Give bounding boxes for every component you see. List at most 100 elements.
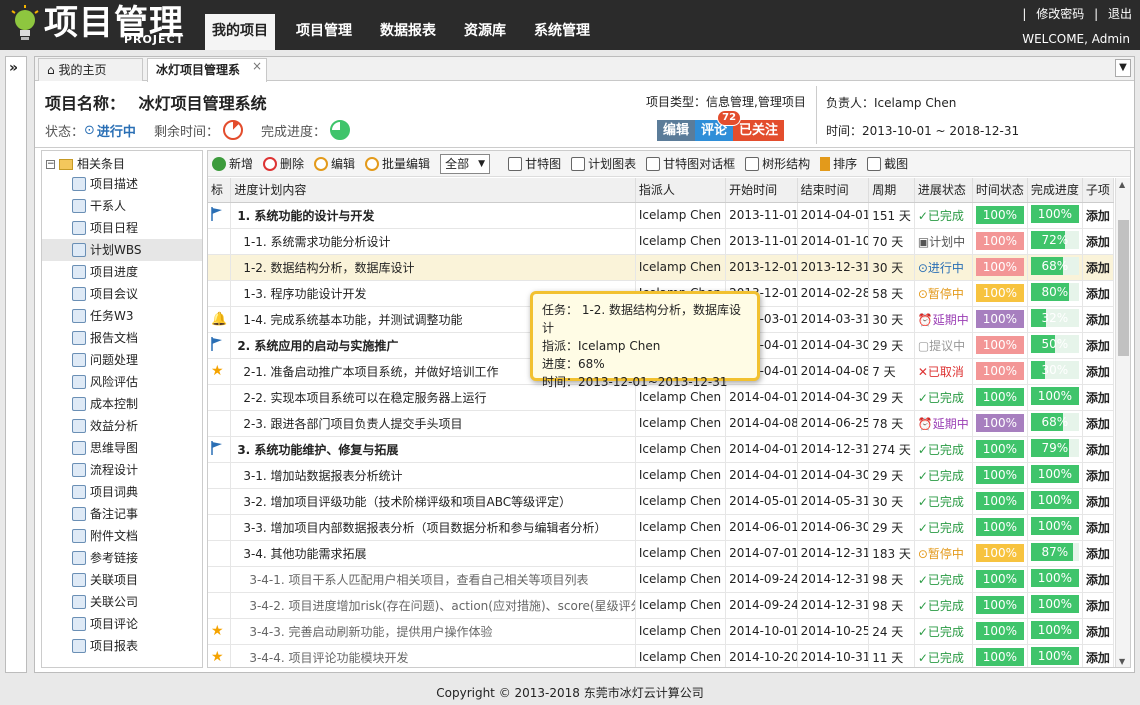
chevron-down-icon[interactable]: ▼ <box>1115 59 1131 77</box>
double-chevron-right-icon[interactable]: » <box>9 60 18 76</box>
table-row[interactable]: 1-2. 数据结构分析，数据库设计 Icelamp Chen 2013-12-01 2… <box>208 254 1115 281</box>
add-subitem-link[interactable]: 添加 <box>1082 436 1115 463</box>
add-subitem-link[interactable]: 添加 <box>1082 514 1115 541</box>
col-start[interactable]: 开始时间 <box>725 178 798 203</box>
follow-button[interactable]: 已关注 <box>733 120 785 141</box>
tree-item[interactable]: 附件文档 <box>42 525 202 547</box>
add-subitem-link[interactable]: 添加 <box>1082 410 1115 437</box>
add-subitem-link[interactable]: 添加 <box>1082 462 1115 489</box>
nav-my-projects[interactable]: 我的项目 <box>205 14 275 50</box>
tab-home[interactable]: ⌂ 我的主页 <box>38 58 143 81</box>
table-row[interactable]: 3-3. 增加项目内部数据报表分析（项目数据分析和参与编辑者分析） Icelamp… <box>208 514 1115 541</box>
tree-item[interactable]: 报告文档 <box>42 327 202 349</box>
add-subitem-link[interactable]: 添加 <box>1082 254 1115 281</box>
tree-item[interactable]: 计划WBS <box>42 239 202 261</box>
tree-item[interactable]: 思维导图 <box>42 437 202 459</box>
tree-item[interactable]: 项目评论 <box>42 613 202 635</box>
add-subitem-link[interactable]: 添加 <box>1082 228 1115 255</box>
table-row[interactable]: 3-1. 增加站数据报表分析统计 Icelamp Chen 2014-04-01 20… <box>208 462 1115 489</box>
add-subitem-link[interactable]: 添加 <box>1082 384 1115 411</box>
nav-project-management[interactable]: 项目管理 <box>289 14 359 50</box>
col-assignee[interactable]: 指派人 <box>635 178 727 203</box>
nav-system-management[interactable]: 系统管理 <box>527 14 597 50</box>
table-row[interactable]: 2-3. 跟进各部门项目负责人提交手头项目 Icelamp Chen 2014-04… <box>208 410 1115 437</box>
screenshot-button[interactable]: 截图 <box>867 155 908 172</box>
tree-item[interactable]: 项目会议 <box>42 283 202 305</box>
col-progress[interactable]: 完成进度 <box>1027 178 1083 203</box>
tree-item[interactable]: 效益分析 <box>42 415 202 437</box>
app-logo[interactable]: 项目管理 PROJECT <box>6 3 206 47</box>
add-subitem-link[interactable]: 添加 <box>1082 202 1115 229</box>
table-row[interactable]: 3-4-2. 项目进度增加risk(存在问题)、action(应对措施)、sco… <box>208 592 1115 619</box>
add-subitem-link[interactable]: 添加 <box>1082 566 1115 593</box>
tree-item[interactable]: 项目词典 <box>42 481 202 503</box>
tree-item[interactable]: 成本控制 <box>42 393 202 415</box>
mark-cell <box>208 228 232 255</box>
nav-resource-library[interactable]: 资源库 <box>457 14 513 50</box>
add-subitem-link[interactable]: 添加 <box>1082 306 1115 333</box>
tree-item[interactable]: 问题处理 <box>42 349 202 371</box>
collapse-icon[interactable]: − <box>46 159 55 169</box>
add-button[interactable]: 新增 <box>212 155 253 172</box>
col-content[interactable]: 进度计划内容 <box>230 178 636 203</box>
progress-cell: 100% <box>1027 644 1083 667</box>
add-subitem-link[interactable]: 添加 <box>1082 332 1115 359</box>
tree-item[interactable]: 关联公司 <box>42 591 202 613</box>
scroll-down-icon[interactable]: ▼ <box>1119 657 1125 666</box>
add-subitem-link[interactable]: 添加 <box>1082 540 1115 567</box>
col-sub[interactable]: 子项 <box>1082 178 1115 203</box>
nav-data-reports[interactable]: 数据报表 <box>373 14 443 50</box>
table-row[interactable]: 3. 系统功能维护、修复与拓展 Icelamp Chen 2014-04-01 201… <box>208 436 1115 463</box>
tree-root[interactable]: − 相关条目 <box>46 155 125 173</box>
col-mark[interactable]: 标 <box>208 178 232 203</box>
col-end[interactable]: 结束时间 <box>797 178 870 203</box>
tree-item[interactable]: 项目报表 <box>42 635 202 657</box>
table-row[interactable]: ★ 3-4-3. 完善启动刷新功能，提供用户操作体验 Icelamp Chen 201… <box>208 618 1115 645</box>
tree-item[interactable]: 流程设计 <box>42 459 202 481</box>
add-subitem-link[interactable]: 添加 <box>1082 488 1115 515</box>
tree-item[interactable]: 风险评估 <box>42 371 202 393</box>
edit-row-button[interactable]: 编辑 <box>314 155 355 172</box>
table-row[interactable]: 3-4. 其他功能需求拓展 Icelamp Chen 2014-07-01 2014-… <box>208 540 1115 567</box>
close-icon[interactable]: × <box>252 55 262 77</box>
col-status[interactable]: 进展状态 <box>914 178 973 203</box>
table-row[interactable]: 1. 系统功能的设计与开发 Icelamp Chen 2013-11-01 2014-… <box>208 202 1115 229</box>
tab-project[interactable]: 冰灯项目管理系 × <box>147 58 267 82</box>
scroll-up-icon[interactable]: ▲ <box>1119 180 1125 189</box>
tree-item[interactable]: 关联项目 <box>42 569 202 591</box>
add-subitem-link[interactable]: 添加 <box>1082 618 1115 645</box>
gantt-dialog-button[interactable]: 甘特图对话框 <box>646 155 735 172</box>
table-row[interactable]: ★ 3-4-4. 项目评论功能模块开发 Icelamp Chen 2014-10-20… <box>208 644 1115 667</box>
sidebar-toggle-strip[interactable]: » <box>5 56 27 673</box>
scroll-thumb[interactable] <box>1118 220 1129 356</box>
add-subitem-link[interactable]: 添加 <box>1082 280 1115 307</box>
add-subitem-link[interactable]: 添加 <box>1082 592 1115 619</box>
tree-item[interactable]: 项目进度 <box>42 261 202 283</box>
grid-scrollbar[interactable]: ▲ ▼ <box>1115 178 1130 667</box>
tree-item[interactable]: 项目描述 <box>42 173 202 195</box>
table-row[interactable]: 3-4-1. 项目干系人匹配用户相关项目，查看自己相关等项目列表 Icelamp … <box>208 566 1115 593</box>
tree-item[interactable]: 备注记事 <box>42 503 202 525</box>
add-subitem-link[interactable]: 添加 <box>1082 644 1115 667</box>
batch-edit-button[interactable]: 批量编辑 <box>365 155 430 172</box>
plan-chart-button[interactable]: 计划图表 <box>571 155 636 172</box>
table-row[interactable]: 1-1. 系统需求功能分析设计 Icelamp Chen 2013-11-01 201… <box>208 228 1115 255</box>
gantt-button[interactable]: 甘特图 <box>508 155 561 172</box>
tree-item[interactable]: 干系人 <box>42 195 202 217</box>
tree-item[interactable]: 参考链接 <box>42 547 202 569</box>
time-status-cell: 100% <box>972 566 1028 593</box>
col-period[interactable]: 周期 <box>868 178 915 203</box>
change-password-link[interactable]: 修改密码 <box>1036 7 1084 21</box>
comment-button[interactable]: 评论 72 <box>695 110 742 141</box>
table-row[interactable]: 3-2. 增加项目评级功能（技术阶梯评级和项目ABC等级评定） Icelamp C… <box>208 488 1115 515</box>
edit-button[interactable]: 编辑 <box>657 120 696 141</box>
col-time-status[interactable]: 时间状态 <box>972 178 1028 203</box>
filter-select[interactable]: 全部 <box>440 153 491 174</box>
delete-button[interactable]: 删除 <box>263 155 304 172</box>
add-subitem-link[interactable]: 添加 <box>1082 358 1115 385</box>
tree-structure-button[interactable]: 树形结构 <box>745 155 810 172</box>
tree-item[interactable]: 项目日程 <box>42 217 202 239</box>
tree-item[interactable]: 任务W3 <box>42 305 202 327</box>
sort-button[interactable]: 排序 <box>820 155 857 172</box>
logout-link[interactable]: 退出 <box>1108 7 1132 21</box>
